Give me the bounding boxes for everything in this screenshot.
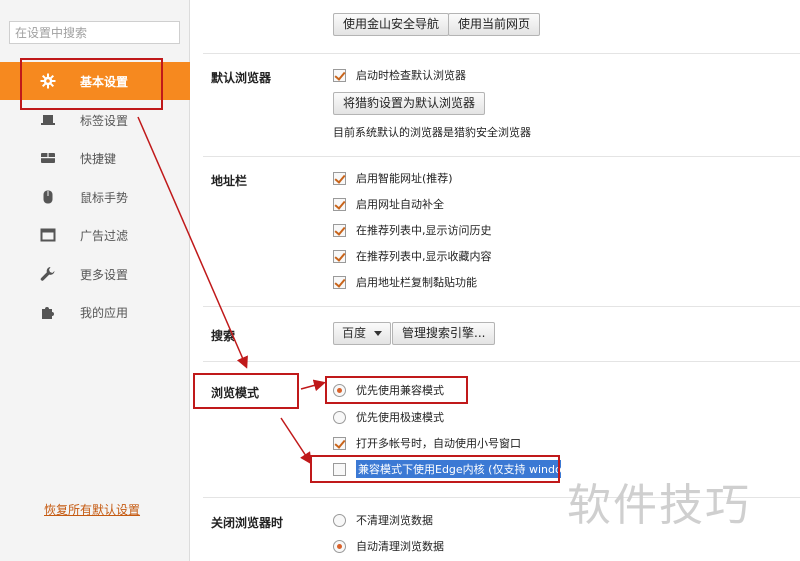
- set-default-browser-button[interactable]: 将猎豹设置为默认浏览器: [333, 92, 486, 115]
- show-history-checkbox[interactable]: [333, 223, 346, 237]
- section-divider: [203, 53, 800, 54]
- laptop-icon: [41, 115, 55, 125]
- auto-clear-option[interactable]: 自动清理浏览数据: [333, 538, 444, 554]
- on-close-label: 关闭浏览器时: [211, 516, 284, 530]
- check-default-browser-option[interactable]: 启动时检查默认浏览器: [333, 67, 466, 83]
- multi-account-option[interactable]: 打开多帐号时，自动使用小号窗口: [333, 435, 521, 451]
- no-clear-option[interactable]: 不清理浏览数据: [333, 512, 433, 528]
- section-divider: [203, 156, 800, 157]
- use-current-page-button[interactable]: 使用当前网页: [448, 13, 541, 36]
- settings-search-input[interactable]: [9, 21, 180, 44]
- compat-mode-option[interactable]: 优先使用兼容模式: [333, 382, 444, 398]
- sidebar-item-label: 我的应用: [80, 306, 129, 320]
- copy-paste-checkbox[interactable]: [333, 275, 346, 289]
- sidebar-item-label: 快捷键: [80, 152, 117, 166]
- check-default-browser-checkbox[interactable]: [333, 68, 346, 82]
- edge-core-checkbox[interactable]: [333, 462, 346, 476]
- manage-search-engines-button[interactable]: 管理搜索引擎...: [392, 322, 496, 345]
- browse-mode-label: 浏览模式: [211, 386, 260, 400]
- auto-clear-radio[interactable]: [333, 539, 346, 553]
- mouse-icon: [43, 190, 53, 204]
- sidebar-item-label: 鼠标手势: [80, 191, 129, 205]
- multi-account-checkbox[interactable]: [333, 436, 346, 450]
- no-clear-radio[interactable]: [333, 513, 346, 527]
- sidebar-item-basic-settings[interactable]: 基本设置: [0, 62, 190, 100]
- section-divider: [203, 306, 800, 307]
- smart-url-option[interactable]: 启用智能网址(推荐): [333, 170, 453, 186]
- use-kingsoft-nav-button[interactable]: 使用金山安全导航: [333, 13, 450, 36]
- sidebar-item-label: 更多设置: [80, 268, 129, 282]
- sidebar-item-shortcuts[interactable]: 快捷键: [0, 139, 190, 177]
- sidebar-item-label: 广告过滤: [80, 229, 129, 243]
- fast-mode-option[interactable]: 优先使用极速模式: [333, 409, 444, 425]
- copy-paste-option[interactable]: 启用地址栏复制黏贴功能: [333, 274, 477, 290]
- window-icon: [40, 228, 56, 242]
- smart-url-checkbox[interactable]: [333, 171, 346, 185]
- show-bookmarks-option[interactable]: 在推荐列表中,显示收藏内容: [333, 248, 492, 264]
- show-bookmarks-checkbox[interactable]: [333, 249, 346, 263]
- sidebar-item-more-settings[interactable]: 更多设置: [0, 255, 190, 293]
- sidebar-item-my-apps[interactable]: 我的应用: [0, 293, 190, 331]
- default-browser-status: 目前系统默认的浏览器是猎豹安全浏览器: [333, 126, 531, 139]
- sidebar-item-label: 基本设置: [80, 75, 129, 89]
- compat-mode-radio[interactable]: [333, 383, 346, 397]
- search-engine-select[interactable]: 百度: [333, 322, 392, 345]
- address-bar-label: 地址栏: [211, 174, 248, 188]
- search-section-label: 搜索: [211, 329, 236, 343]
- edge-core-option[interactable]: 兼容模式下使用Edge内核 (仅支持 windo: [333, 460, 561, 478]
- sidebar-item-mouse-gestures[interactable]: 鼠标手势: [0, 178, 190, 216]
- url-autocomplete-checkbox[interactable]: [333, 197, 346, 211]
- sidebar-item-ad-filter[interactable]: 广告过滤: [0, 216, 190, 254]
- url-autocomplete-option[interactable]: 启用网址自动补全: [333, 196, 444, 212]
- restore-defaults-link[interactable]: 恢复所有默认设置: [44, 501, 140, 518]
- watermark-text: 软件技巧: [567, 480, 751, 531]
- puzzle-icon: [42, 307, 54, 319]
- sidebar-item-tab-settings[interactable]: 标签设置: [0, 101, 190, 139]
- wrench-icon: [40, 267, 55, 281]
- gear-icon: [40, 73, 56, 89]
- settings-sidebar: 基本设置 标签设置 快捷键 鼠标手势 广告过滤 更: [0, 0, 190, 561]
- show-history-option[interactable]: 在推荐列表中,显示访问历史: [333, 222, 492, 238]
- chevron-down-icon: [374, 331, 383, 336]
- default-browser-label: 默认浏览器: [211, 71, 272, 85]
- keyboard-icon: [41, 153, 55, 163]
- sidebar-item-label: 标签设置: [80, 114, 129, 128]
- section-divider: [203, 361, 800, 362]
- fast-mode-radio[interactable]: [333, 410, 346, 424]
